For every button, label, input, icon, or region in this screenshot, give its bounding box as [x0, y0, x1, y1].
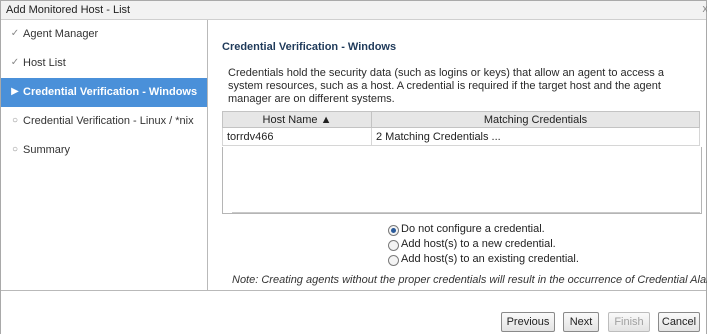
- circle-icon: ○: [11, 144, 19, 155]
- radio-unselected-icon[interactable]: [388, 255, 399, 266]
- next-button[interactable]: Next: [563, 311, 599, 332]
- sidebar-item-summary[interactable]: ○ Summary: [1, 136, 207, 165]
- wizard-steps-sidebar: ✓ Agent Manager ✓ Host List ▶ Credential…: [1, 20, 208, 290]
- page-title: Credential Verification - Windows: [222, 41, 397, 53]
- radio-label: Add host(s) to an existing credential.: [401, 253, 579, 265]
- sidebar-item-label: Agent Manager: [23, 28, 99, 40]
- cancel-button[interactable]: Cancel: [658, 311, 700, 332]
- sidebar-item-label: Credential Verification - Windows: [23, 86, 198, 98]
- host-credentials-table: Host Name ▲ Matching Credentials torrdv4…: [222, 111, 700, 146]
- dialog-footer: Previous Next Finish Cancel: [1, 290, 706, 334]
- host-name-cell: torrdv466: [222, 127, 372, 146]
- sidebar-item-label: Credential Verification - Linux / *nix: [23, 115, 194, 127]
- sidebar-item-label: Summary: [23, 144, 71, 156]
- finish-button: Finish: [608, 311, 650, 332]
- radio-selected-icon[interactable]: [388, 225, 399, 236]
- close-icon[interactable]: x: [703, 3, 707, 15]
- sidebar-item-label: Host List: [23, 57, 66, 69]
- matching-credentials-cell[interactable]: 2 Matching Credentials ...: [371, 127, 700, 146]
- circle-icon: ○: [11, 115, 19, 126]
- main-panel: Credential Verification - Windows Creden…: [208, 20, 707, 290]
- radio-label: Do not configure a credential.: [401, 223, 545, 235]
- sidebar-item-credential-verification-windows[interactable]: ▶ Credential Verification - Windows: [1, 78, 207, 107]
- check-icon: ✓: [10, 57, 20, 68]
- table-empty-area: [222, 147, 702, 214]
- divider: [232, 212, 700, 213]
- column-header-matching-credentials[interactable]: Matching Credentials: [371, 111, 700, 128]
- add-monitored-host-dialog: Add Monitored Host - List x ✓ Agent Mana…: [0, 0, 707, 334]
- table-row[interactable]: torrdv466 2 Matching Credentials ...: [222, 127, 700, 146]
- radio-label: Add host(s) to a new credential.: [401, 238, 556, 250]
- column-header-host-name[interactable]: Host Name ▲: [222, 111, 372, 128]
- sidebar-item-host-list[interactable]: ✓ Host List: [1, 49, 207, 78]
- title-bar[interactable]: Add Monitored Host - List x: [1, 1, 707, 20]
- previous-button[interactable]: Previous: [501, 311, 555, 332]
- window-title: Add Monitored Host - List: [6, 4, 131, 16]
- check-icon: ✓: [10, 28, 20, 39]
- arrow-right-icon: ▶: [11, 86, 19, 97]
- note-text: Note: Creating agents without the proper…: [232, 274, 707, 286]
- page-description: Credentials hold the security data (such…: [228, 67, 664, 105]
- sidebar-item-credential-verification-linux[interactable]: ○ Credential Verification - Linux / *nix: [1, 107, 207, 136]
- radio-unselected-icon[interactable]: [388, 240, 399, 251]
- sidebar-item-agent-manager[interactable]: ✓ Agent Manager: [1, 20, 207, 49]
